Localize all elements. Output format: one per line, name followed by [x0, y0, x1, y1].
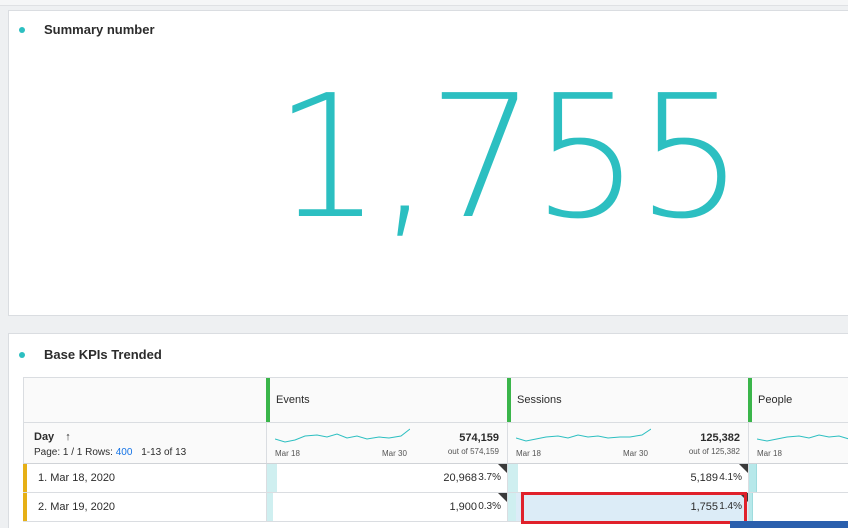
sparkline-start-label: Mar 18 [275, 449, 300, 458]
metric-drag-handle[interactable] [266, 378, 270, 423]
metric-name: Sessions [517, 394, 562, 406]
totals-header-row: Day ↑ Page: 1 / 1 Rows: 400 1-13 of 13 M… [23, 422, 848, 464]
metric-column-sessions[interactable]: Sessions [507, 378, 748, 423]
panel-title-text: Summary number [44, 22, 155, 37]
cell-bar [267, 464, 277, 492]
sparkline-end-label: Mar 30 [382, 449, 407, 458]
metric-drag-handle[interactable] [507, 378, 511, 423]
cell-value: 1,900 [449, 501, 477, 513]
dimension-name: Day [34, 431, 55, 443]
summary-number-panel[interactable]: Summary number 1,755 [8, 10, 848, 316]
sparkline-chart [757, 434, 848, 442]
sparkline-chart [516, 428, 651, 442]
cell-corner-icon [498, 464, 507, 473]
cell-percent: 4.1% [719, 472, 742, 483]
sparkline-start-label: Mar 18 [516, 449, 541, 458]
row-accent [23, 464, 27, 492]
table-row[interactable]: 1. Mar 18, 2020 20,968 3.7% 5,189 4.1% [23, 464, 848, 493]
overlay-bar [730, 521, 848, 528]
cell-value: 20,968 [443, 472, 477, 484]
pagination-info: Page: 1 / 1 Rows: 400 1-13 of 13 [34, 447, 186, 458]
people-total-cell: Mar 18 [748, 423, 848, 463]
metric-total: 574,159 [459, 432, 499, 444]
cell-bar [267, 493, 273, 521]
metric-header-row: Events Sessions People [23, 377, 848, 423]
panel-dot-icon [19, 351, 25, 358]
people-cell[interactable] [748, 493, 848, 521]
summary-value: 1,755 [273, 59, 745, 257]
cell-bar [749, 464, 757, 492]
metric-name: Events [276, 394, 310, 406]
highlight-box [521, 492, 747, 524]
panel-title-text: Base KPIs Trended [44, 347, 162, 362]
metric-column-people[interactable]: People [748, 378, 848, 423]
cell-bar [508, 464, 518, 492]
events-cell[interactable]: 1,900 0.3% [266, 493, 507, 521]
cell-percent: 0.3% [478, 501, 501, 512]
sparkline-end-label: Mar 30 [623, 449, 648, 458]
metric-drag-handle[interactable] [748, 378, 752, 423]
cell-percent: 3.7% [478, 472, 501, 483]
range-text: 1-13 of 13 [141, 447, 187, 458]
rows-per-page-link[interactable]: 400 [116, 447, 133, 458]
dimension-header[interactable]: Day ↑ [34, 431, 71, 443]
cell-corner-icon [498, 493, 507, 502]
sparkline-start-label: Mar 18 [757, 449, 782, 458]
people-cell[interactable] [748, 464, 848, 492]
cell-value: 5,189 [690, 472, 718, 484]
row-label[interactable]: 2. Mar 19, 2020 [38, 501, 115, 513]
metric-total: 125,382 [700, 432, 740, 444]
panel-title[interactable]: Summary number [19, 22, 155, 37]
row-accent [23, 493, 27, 521]
metric-total-sub: out of 574,159 [447, 447, 499, 456]
sessions-cell[interactable]: 5,189 4.1% [507, 464, 748, 492]
metric-name: People [758, 394, 793, 406]
top-strip [0, 0, 848, 6]
cell-bar [749, 493, 753, 521]
cell-bar [508, 493, 516, 521]
events-cell[interactable]: 20,968 3.7% [266, 464, 507, 492]
page-label: Page: 1 / 1 Rows: [34, 447, 113, 458]
sort-ascending-icon[interactable]: ↑ [65, 431, 71, 443]
panel-dot-icon [19, 26, 25, 33]
metric-column-events[interactable]: Events [266, 378, 507, 423]
panel-title[interactable]: Base KPIs Trended [19, 347, 162, 362]
row-label[interactable]: 1. Mar 18, 2020 [38, 472, 115, 484]
events-total-cell: Mar 18 Mar 30 574,159 out of 574,159 [266, 423, 507, 463]
sessions-total-cell: Mar 18 Mar 30 125,382 out of 125,382 [507, 423, 748, 463]
cell-corner-icon [739, 464, 748, 473]
metric-total-sub: out of 125,382 [688, 447, 740, 456]
workspace-canvas: Summary number 1,755 Base KPIs Trended E… [0, 0, 848, 528]
sparkline-chart [275, 428, 410, 443]
